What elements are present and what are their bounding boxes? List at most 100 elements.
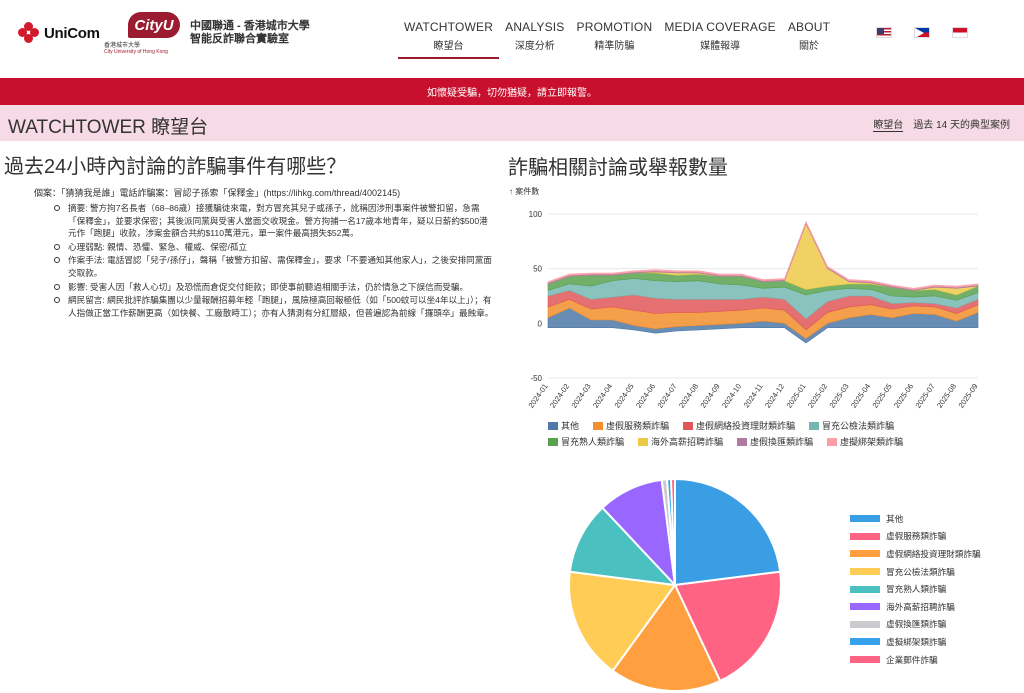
nav-media-coverage[interactable]: MEDIA COVERAGE 媒體報導 — [658, 20, 782, 59]
legend-swatch — [683, 421, 694, 430]
nav-label-en: MEDIA COVERAGE — [664, 20, 776, 34]
pie-legend-item[interactable]: 冒充公檢法類詐騙 — [850, 563, 981, 581]
pie-legend-item[interactable]: 虛假服務類詐騙 — [850, 528, 981, 546]
legend-label: 虛假網絡投資理財類詐騙 — [696, 421, 796, 431]
nav-label-cn: 深度分析 — [514, 41, 555, 52]
nav-label-en: ANALYSIS — [505, 20, 565, 34]
nav-label-en: ABOUT — [787, 20, 831, 34]
link-recent-cases[interactable]: 過去 14 天的典型案例 — [913, 116, 1010, 132]
legend-label: 冒充公檢法類詐騙 — [822, 421, 895, 431]
legend-swatch — [809, 421, 820, 430]
legend-swatch — [737, 437, 748, 446]
legend-label: 虛假服務類詐騙 — [606, 421, 670, 431]
x-tick-label: 2024-04 — [591, 382, 614, 410]
legend-swatch — [548, 437, 558, 446]
x-tick-label: 2024-08 — [677, 382, 700, 410]
unicom-logo-icon — [18, 22, 40, 44]
main-nav: WATCHTOWER 瞭望台 ANALYSIS 深度分析 PROMOTION 精… — [398, 20, 836, 59]
pie-legend-swatch — [850, 620, 880, 628]
y-tick-label: -50 — [530, 374, 542, 383]
nav-label-cn: 精準防騙 — [594, 41, 635, 52]
x-tick-label: 2025-08 — [935, 382, 958, 410]
us-flag-icon[interactable] — [876, 27, 892, 38]
pie-legend-item[interactable]: 虛擬綁架類詐騙 — [850, 633, 981, 651]
indonesia-flag-icon[interactable] — [952, 27, 968, 38]
legend-swatch — [827, 437, 838, 446]
x-tick-label: 2025-04 — [849, 382, 872, 410]
area-chart-legend: 其他 虛假服務類詐騙 虛假網絡投資理財類詐騙 冒充公檢法類詐騙冒充熟人類詐騙 海外高薪招… — [548, 419, 968, 451]
title-bar: WATCHTOWER 瞭望台 瞭望台 過去 14 天的典型案例 — [0, 105, 1024, 141]
pie-legend-item[interactable]: 其他 — [850, 510, 981, 528]
unicom-logo[interactable]: UniCom — [18, 22, 100, 44]
chart-title: 詐騙相關討論或舉報數量 — [508, 157, 728, 179]
cityu-chinese-name: 香港城市大學 — [104, 43, 141, 49]
nav-label-cn: 媒體報導 — [700, 41, 741, 52]
x-tick-label: 2024-06 — [634, 382, 657, 410]
pie-legend-swatch — [850, 585, 880, 593]
alert-banner: 如懷疑受騙，切勿猶疑，請立即報警。 — [0, 78, 1024, 105]
legend-item[interactable]: 虛擬綁架類詐騙 — [827, 435, 903, 448]
nav-promotion[interactable]: PROMOTION 精準防騙 — [571, 20, 659, 59]
lab-name: 中國聯通 - 香港城市大學 智能反詐聯合實驗室 — [190, 20, 310, 46]
y-tick-label: 50 — [533, 265, 542, 274]
detail-psychology: 心理弱點: 親情、恐懼、緊急、權威、保密/孤立 — [54, 241, 494, 254]
pie-legend-label: 虛假服務類詐騙 — [886, 531, 947, 542]
pie-legend-item[interactable]: 企業郵件詐騙 — [850, 651, 981, 669]
incident-details: 摘要: 警方拘7名長者（68–86歲）接獲騙徒來電，對方冒充其兒子或孫子，訛稱因… — [54, 202, 494, 320]
pie-legend-label: 冒充熟人類詐騙 — [886, 584, 947, 595]
pie-legend-item[interactable]: 虛假換匯類詐騙 — [850, 616, 981, 634]
nav-watchtower[interactable]: WATCHTOWER 瞭望台 — [398, 20, 500, 59]
pie-legend-item[interactable]: 冒充熟人類詐騙 — [850, 580, 981, 598]
detail-comments: 網民留言: 網民批評詐騙集團以少量報酬招募年輕「跑腿」，風險極高回報極低（如「5… — [54, 294, 494, 319]
pie-legend-label: 虛假網絡投資理財類詐騙 — [886, 548, 981, 559]
pie-legend-swatch — [850, 532, 880, 540]
legend-item[interactable]: 其他 — [548, 419, 579, 432]
pie-legend-swatch — [850, 550, 880, 558]
incident-example: 個案：「猜猜我是誰」電話詐騙案：冒認子孫索「保釋金」(https://lihkg… — [34, 188, 401, 198]
cityu-badge: CityU — [128, 12, 180, 38]
link-watchtower[interactable]: 瞭望台 — [873, 116, 904, 132]
legend-item[interactable]: 冒充熟人類詐騙 — [548, 435, 624, 448]
pie-legend-label: 海外高薪招聘詐騙 — [886, 601, 955, 612]
pie-legend-swatch — [850, 515, 880, 523]
legend-label: 其他 — [561, 421, 580, 431]
x-tick-label: 2025-06 — [892, 382, 915, 410]
legend-label: 虛假換匯類詐騙 — [750, 437, 814, 447]
cityu-english-name: City University of Hong Kong — [104, 49, 168, 55]
language-flags — [876, 27, 968, 38]
x-tick-label: 2024-10 — [720, 382, 743, 410]
page: UniCom CityU 香港城市大學 City University of H… — [0, 0, 1024, 693]
legend-item[interactable]: 虛假網絡投資理財類詐騙 — [683, 419, 795, 432]
pie-legend-item[interactable]: 虛假網絡投資理財類詐騙 — [850, 545, 981, 563]
pie-legend-swatch — [850, 638, 880, 646]
pie-chart-legend: 其他虛假服務類詐騙虛假網絡投資理財類詐騙 冒充公檢法類詐騙 冒充熟人類詐騙 海外高薪招… — [850, 510, 981, 668]
pie-legend-label: 企業郵件詐騙 — [886, 654, 938, 665]
pie-legend-item[interactable]: 海外高薪招聘詐騙 — [850, 598, 981, 616]
legend-item[interactable]: 海外高薪招聘詐騙 — [638, 435, 723, 448]
detail-summary: 摘要: 警方拘7名長者（68–86歲）接獲騙徒來電，對方冒充其兒子或孫子，訛稱因… — [54, 202, 494, 240]
philippines-flag-icon[interactable] — [914, 27, 930, 38]
x-tick-label: 2025-07 — [913, 382, 936, 410]
pie-legend-label: 其他 — [886, 513, 904, 524]
legend-label: 冒充熟人類詐騙 — [561, 437, 625, 447]
cityu-logo[interactable]: CityU 香港城市大學 City University of Hong Kon… — [104, 12, 184, 58]
nav-label-cn: 關於 — [799, 41, 819, 52]
x-tick-label: 2024-07 — [655, 382, 678, 410]
detail-impact: 影響: 受害人因「救人心切」及恐慌而倉促交付鉅款；即使事前聽過相關手法，仍於情急… — [54, 281, 494, 294]
legend-swatch — [548, 421, 558, 430]
x-tick-label: 2024-11 — [742, 382, 765, 409]
page-title: WATCHTOWER 瞭望台 — [8, 117, 209, 138]
legend-item[interactable]: 虛假換匯類詐騙 — [737, 435, 813, 448]
pie-legend-swatch — [850, 656, 880, 664]
nav-analysis[interactable]: ANALYSIS 深度分析 — [499, 20, 570, 59]
nav-label-cn: 瞭望台 — [433, 41, 464, 52]
nav-about[interactable]: ABOUT 關於 — [782, 20, 836, 59]
legend-item[interactable]: 虛假服務類詐騙 — [593, 419, 669, 432]
pie-legend-label: 冒充公檢法類詐騙 — [886, 566, 955, 577]
x-tick-label: 2024-12 — [763, 382, 786, 410]
legend-label: 虛擬綁架類詐騙 — [840, 437, 904, 447]
legend-item[interactable]: 冒充公檢法類詐騙 — [809, 419, 894, 432]
incident-panel: 過去24小時內討論的詐騙事件有哪些？ — [4, 150, 494, 179]
nav-label-en: PROMOTION — [576, 20, 653, 34]
x-tick-label: 2024-02 — [548, 382, 571, 410]
